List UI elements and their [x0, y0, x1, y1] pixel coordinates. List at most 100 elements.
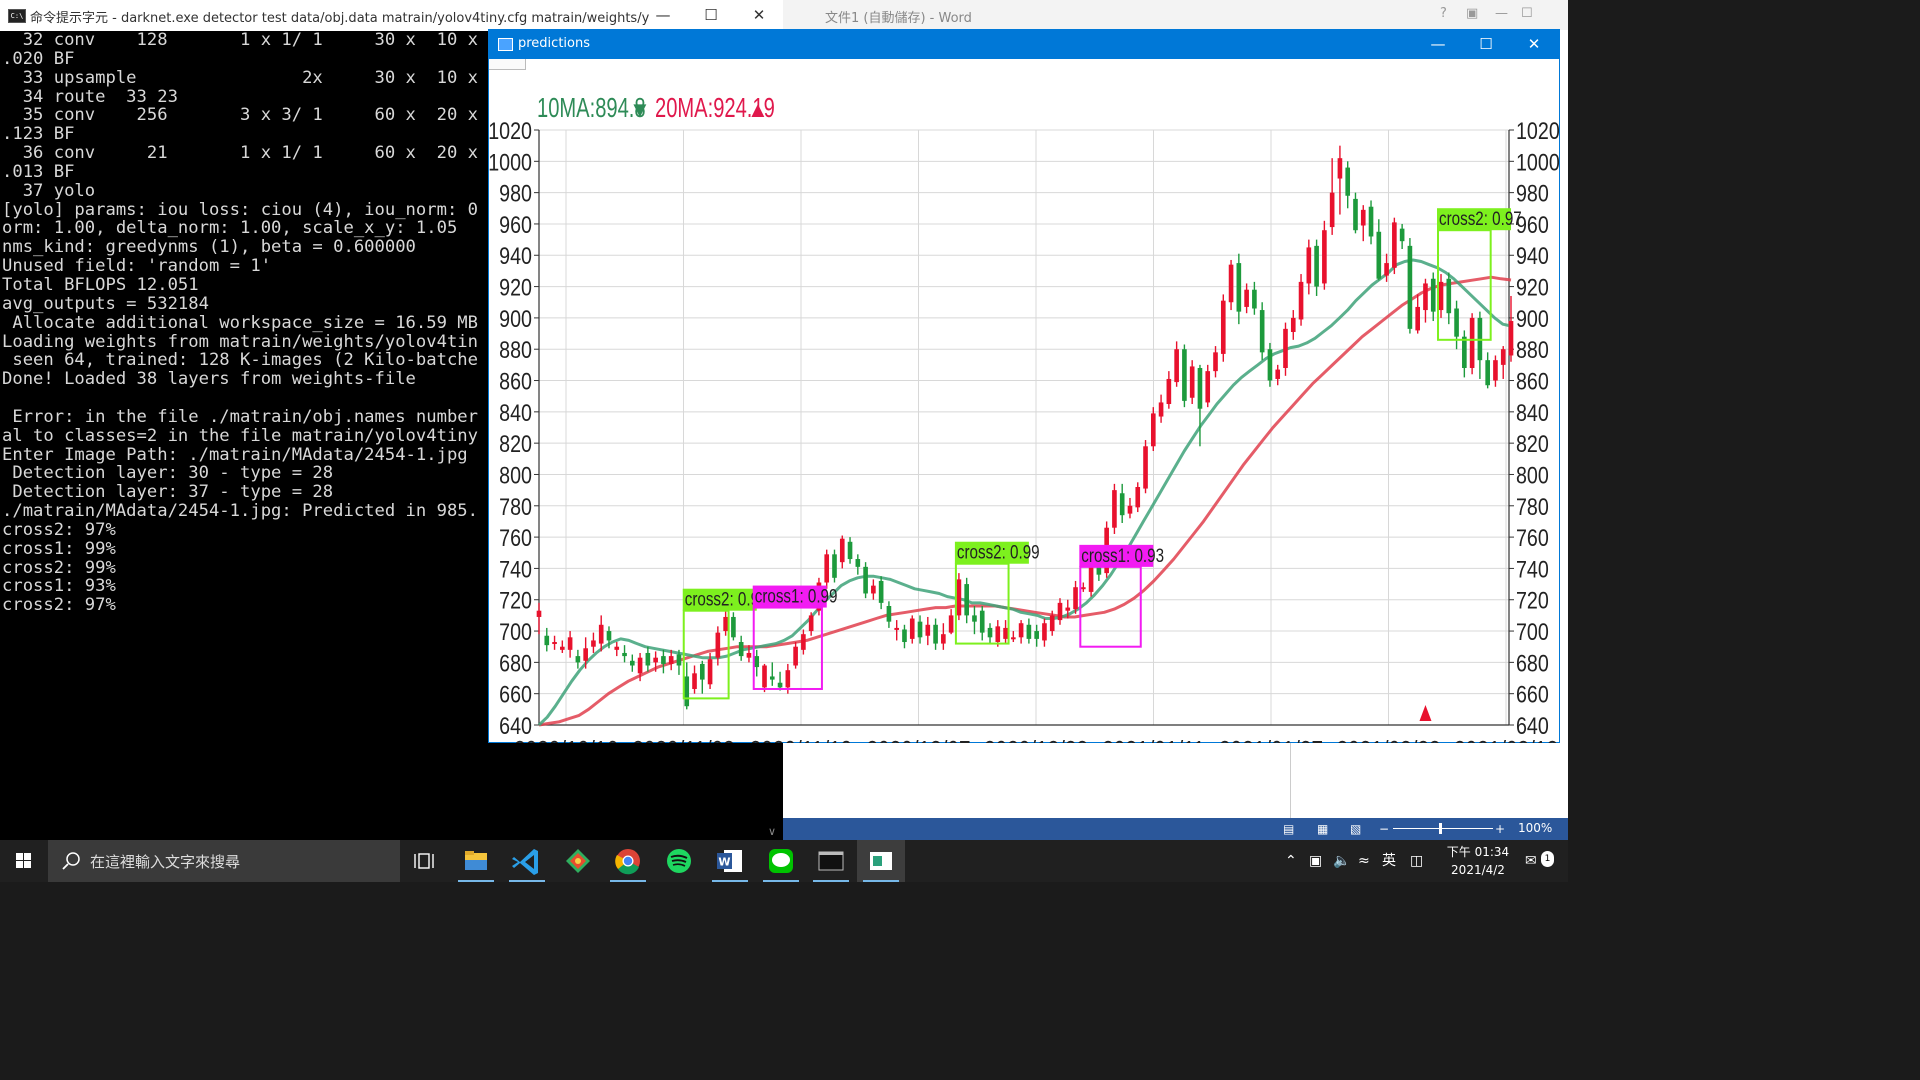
candle-down — [1236, 263, 1242, 312]
help-icon[interactable]: ? — [1440, 6, 1447, 21]
line-button[interactable] — [757, 840, 805, 882]
console-line: cross2: 97% — [2, 595, 116, 616]
task-view-button[interactable] — [400, 840, 448, 882]
detection-label: cross1: 0.93 — [1081, 544, 1164, 566]
word-titlebar[interactable]: 文件1 (自動儲存) - Word ? ▣ — ☐ — [783, 0, 1568, 30]
candle-down — [731, 616, 736, 638]
gitkraken-button[interactable] — [554, 840, 602, 882]
candle-up — [1158, 402, 1164, 417]
chrome-button[interactable] — [604, 840, 652, 882]
y-tick-label-left: 980 — [499, 180, 532, 207]
candle-down — [1267, 349, 1273, 381]
candle-up — [1127, 505, 1133, 514]
word-button[interactable]: W — [706, 840, 754, 882]
notification-count: 1 — [1541, 851, 1554, 867]
candle-up — [1275, 369, 1281, 379]
y-tick-label-right: 920 — [1516, 274, 1549, 301]
predictions-taskbar-button[interactable] — [857, 840, 905, 882]
console-line: Detection layer: 30 - type = 28 — [2, 463, 334, 484]
windows-icon — [16, 853, 31, 868]
predictions-titlebar[interactable]: predictions — ☐ ✕ — [489, 30, 1559, 59]
candle-up — [598, 624, 604, 644]
candle-down — [979, 610, 985, 633]
candle-up — [995, 626, 1001, 643]
clock[interactable]: 下午 01:34 2021/4/2 — [1443, 843, 1513, 879]
maximize-button[interactable]: ☐ — [688, 0, 734, 31]
candle-up — [1423, 283, 1428, 311]
read-mode-icon[interactable]: ▤ — [1283, 822, 1294, 836]
candle-down — [1376, 231, 1382, 279]
candle-down — [1197, 368, 1203, 409]
minimize-button[interactable]: — — [640, 0, 686, 31]
web-layout-icon[interactable]: ▧ — [1350, 822, 1361, 836]
y-tick-label-left: 840 — [499, 399, 532, 426]
candle-down — [1353, 198, 1358, 231]
legend-ma20-arrow: ▲ — [747, 97, 769, 122]
zoom-in-icon[interactable]: + — [1495, 822, 1505, 836]
candle-up — [1228, 264, 1234, 303]
candle-up — [1322, 230, 1327, 284]
y-tick-label-right: 880 — [1516, 336, 1549, 363]
y-tick-label-right: 720 — [1516, 587, 1549, 614]
vscode-button[interactable] — [503, 840, 551, 882]
y-tick-label-left: 800 — [499, 462, 532, 489]
predictions-minimize-button[interactable]: — — [1415, 30, 1461, 59]
spotify-button[interactable] — [655, 840, 703, 882]
cmd-icon: C:\ — [8, 9, 26, 23]
candle-up — [762, 665, 767, 688]
candle-up — [1392, 222, 1397, 268]
candle-up — [824, 554, 830, 583]
candle-up — [1415, 306, 1421, 331]
zoom-out-icon[interactable]: − — [1379, 822, 1389, 836]
word-maximize-button[interactable]: ☐ — [1521, 6, 1533, 21]
predictions-window[interactable]: predictions — ☐ ✕ 1020 1020 1000 1000 980 980… — [488, 29, 1560, 743]
show-hidden-icons-icon[interactable]: ⌃ — [1285, 840, 1297, 882]
candle-up — [1073, 587, 1078, 610]
wifi-icon[interactable]: ≈ — [1358, 840, 1370, 882]
zoom-slider[interactable] — [1393, 828, 1493, 829]
taskbar-search-box[interactable]: 在這裡輸入文字來搜尋 — [48, 840, 400, 882]
console-output[interactable]: 32 conv 128 1 x 1/ 1 30 x 10 x .020 BF 33… — [2, 31, 488, 811]
candle-down — [544, 635, 550, 646]
cmd-taskbar-button[interactable] — [807, 840, 855, 882]
candle-up — [948, 615, 954, 633]
candle-down — [878, 580, 884, 603]
print-layout-icon[interactable]: ▦ — [1317, 822, 1328, 836]
y-tick-label-left: 900 — [499, 305, 532, 332]
candle-up — [1384, 263, 1389, 276]
candle-up — [1174, 349, 1179, 383]
console-line: seen 64, trained: 128 K-images (2 Kilo-b… — [2, 350, 478, 371]
usb-device-icon[interactable]: ▣ — [1309, 840, 1322, 882]
word-minimize-button[interactable]: — — [1495, 6, 1508, 21]
y-tick-label-left: 1020 — [489, 117, 532, 144]
volume-icon[interactable]: 🔈 — [1333, 840, 1350, 882]
page-edge — [1290, 743, 1291, 818]
clock-date: 2021/4/2 — [1451, 863, 1505, 877]
candle-up — [1337, 158, 1343, 179]
candle-up — [1493, 360, 1498, 381]
running-indicator — [712, 880, 748, 882]
candle-down — [1034, 631, 1039, 639]
ime-icon[interactable]: ◫ — [1410, 840, 1423, 882]
start-button[interactable] — [0, 840, 48, 882]
candle-down — [684, 676, 690, 707]
y-tick-label-left: 820 — [499, 430, 532, 457]
y-tick-label-right: 1020 — [1516, 117, 1559, 144]
predictions-close-button[interactable]: ✕ — [1511, 30, 1557, 59]
console-line: 35 conv 256 3 x 3/ 1 60 x 20 x — [2, 105, 478, 126]
cmd-titlebar[interactable]: C:\ 命令提示字元 - darknet.exe detector test d… — [0, 0, 783, 31]
candle-up — [1205, 371, 1211, 403]
vscode-icon — [512, 849, 538, 875]
close-button[interactable]: ✕ — [736, 0, 782, 31]
ribbon-display-icon[interactable]: ▣ — [1466, 6, 1478, 21]
y-tick-label-right: 800 — [1516, 462, 1549, 489]
file-explorer-button[interactable] — [452, 840, 500, 882]
x-tick-label: 2021/01/11 — [1102, 736, 1205, 743]
ime-mode[interactable]: 英 — [1382, 840, 1396, 882]
predictions-maximize-button[interactable]: ☐ — [1463, 30, 1509, 59]
zoom-slider-thumb[interactable] — [1439, 823, 1442, 834]
notification-icon[interactable]: ✉ — [1525, 840, 1537, 882]
candle-down — [964, 584, 969, 616]
zoom-level[interactable]: 100% — [1518, 821, 1552, 835]
scroll-down-icon[interactable]: ∨ — [768, 825, 776, 838]
